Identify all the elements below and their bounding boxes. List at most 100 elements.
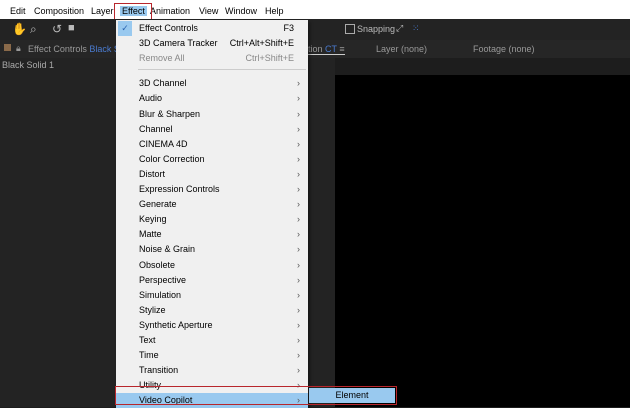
chevron-right-icon: › [297, 335, 300, 345]
chevron-right-icon: › [297, 229, 300, 240]
menu-item-noise-grain[interactable]: Noise & Grain › [116, 242, 308, 257]
chevron-right-icon: › [297, 184, 300, 194]
panel-header: 🔒︎ Effect Controls Black Soli tion CT ≡ … [0, 40, 630, 58]
menu-item-label: Matte [139, 229, 162, 240]
menu-window[interactable]: Window [225, 6, 257, 16]
hand-tool-icon[interactable]: ✋ [12, 22, 27, 36]
checkmark-icon: ✓ [118, 21, 132, 36]
effect-menu: ✓ Effect Controls F3 3D Camera Tracker Ctrl+… [116, 20, 308, 408]
chevron-right-icon: › [297, 199, 300, 210]
menu-item-label: Synthetic Aperture [139, 319, 213, 330]
tab-composition[interactable]: tion CT ≡ [308, 44, 345, 55]
chevron-right-icon: › [297, 93, 300, 104]
menu-item-label: Expression Controls [139, 184, 220, 194]
composition-viewer[interactable] [335, 75, 630, 407]
shortcut: Ctrl+Shift+E [245, 53, 294, 64]
tab-effect-controls[interactable]: Effect Controls Black Soli [28, 44, 129, 54]
camera-tool-icon[interactable]: ■ [68, 22, 75, 34]
menu-item-matte[interactable]: Matte › [116, 227, 308, 242]
layer-item[interactable]: Black Solid 1 [2, 60, 54, 70]
menu-item-label: Distort [139, 168, 166, 179]
menu-view[interactable]: View [199, 6, 218, 16]
menu-item-label: Transition [139, 365, 179, 376]
grid-icon[interactable]: ⁙ [412, 23, 420, 34]
menu-item-label: Generate [139, 199, 177, 210]
menu-item-distort[interactable]: Distort › [116, 167, 308, 182]
menu-edit[interactable]: Edit [10, 6, 26, 16]
chevron-right-icon: › [297, 214, 300, 225]
menu-item-label: Color Correction [139, 153, 205, 164]
menu-item-label: Remove All [139, 53, 185, 64]
menu-item-text[interactable]: Text › [116, 333, 308, 348]
chevron-right-icon: › [297, 138, 300, 149]
chevron-right-icon: › [297, 259, 300, 270]
chevron-right-icon: › [297, 78, 300, 89]
menu-item-label: Channel [139, 123, 173, 134]
menu-item-label: Stylize [139, 304, 166, 315]
menu-item-blur-sharpen[interactable]: Blur & Sharpen › [116, 107, 308, 122]
menu-item-keying[interactable]: Keying › [116, 212, 308, 227]
menu-item-label: Blur & Sharpen [139, 108, 201, 119]
rotate-tool-icon[interactable]: ↺ [52, 22, 62, 36]
tab-layer[interactable]: Layer (none) [376, 44, 427, 54]
menu-item-generate[interactable]: Generate › [116, 197, 308, 212]
menu-item-transition[interactable]: Transition › [116, 363, 308, 378]
menu-item-expression-controls[interactable]: Expression Controls › [116, 182, 308, 197]
menu-bar: Edit Composition Layer Effect Animation … [0, 5, 630, 19]
menu-composition[interactable]: Composition [34, 6, 84, 16]
chevron-right-icon: › [297, 350, 300, 361]
shortcut: F3 [283, 23, 294, 33]
menu-item-channel[interactable]: Channel › [116, 122, 308, 137]
lock-icon[interactable]: 🔒︎ [16, 43, 21, 54]
menu-item-label: Obsolete [139, 259, 176, 270]
menu-item-cinema-4d[interactable]: CINEMA 4D › [116, 137, 308, 152]
chevron-right-icon: › [297, 108, 300, 119]
menu-item-synthetic-aperture[interactable]: Synthetic Aperture › [116, 318, 308, 333]
chevron-right-icon: › [297, 304, 300, 315]
chevron-right-icon: › [297, 319, 300, 330]
menu-item-label: Text [139, 335, 156, 345]
snapping-checkbox[interactable] [345, 24, 355, 34]
menu-item-perspective[interactable]: Perspective › [116, 273, 308, 288]
menu-item-label: Perspective [139, 274, 187, 285]
snapping-label: Snapping [357, 24, 396, 34]
menu-item-label: CINEMA 4D [139, 138, 188, 149]
chevron-right-icon: › [297, 244, 300, 255]
menu-item-label: Effect Controls [139, 23, 198, 33]
menu-item-color-correction[interactable]: Color Correction › [116, 152, 308, 167]
menu-item-simulation[interactable]: Simulation › [116, 288, 308, 303]
zoom-tool-icon[interactable]: ⌕ [30, 22, 37, 37]
menu-item-label: Audio [139, 93, 163, 104]
menu-item-audio[interactable]: Audio › [116, 91, 308, 106]
tab-footage[interactable]: Footage (none) [473, 44, 535, 54]
chevron-right-icon: › [297, 365, 300, 376]
menu-layer[interactable]: Layer [91, 6, 114, 16]
menu-item-remove-all[interactable]: Remove All Ctrl+Shift+E [116, 51, 308, 66]
menu-item-stylize[interactable]: Stylize › [116, 303, 308, 318]
chevron-right-icon: › [297, 274, 300, 285]
snap-icon[interactable]: ⤢ [396, 23, 403, 34]
menu-item-time[interactable]: Time › [116, 348, 308, 363]
menu-item-3d-camera-tracker[interactable]: 3D Camera Tracker Ctrl+Alt+Shift+E [116, 36, 308, 51]
chevron-right-icon: › [297, 123, 300, 134]
tab-label: Effect Controls [28, 44, 87, 54]
annotation-box [115, 386, 397, 405]
menu-separator [138, 69, 306, 71]
menu-item-label: 3D Channel [139, 78, 187, 89]
menu-item-3d-channel[interactable]: 3D Channel › [116, 76, 308, 91]
shortcut: Ctrl+Alt+Shift+E [229, 38, 294, 49]
toolbar: ✋ ⌕ ↺ ■ Snapping ⤢ ⁙ [0, 19, 630, 40]
menu-item-label: Simulation [139, 289, 182, 300]
chevron-right-icon: › [297, 168, 300, 179]
comp-name: CT [325, 44, 337, 54]
menu-item-label: Keying [139, 214, 167, 225]
panel-color-icon [4, 44, 11, 51]
menu-animation[interactable]: Animation [150, 6, 190, 16]
menu-item-effect-controls[interactable]: ✓ Effect Controls F3 [116, 21, 308, 36]
chevron-right-icon: › [297, 153, 300, 164]
chevron-right-icon: › [297, 289, 300, 300]
menu-help[interactable]: Help [265, 6, 284, 16]
menu-item-label: 3D Camera Tracker [139, 38, 218, 49]
menu-item-obsolete[interactable]: Obsolete › [116, 258, 308, 273]
menu-item-label: Noise & Grain [139, 244, 196, 255]
